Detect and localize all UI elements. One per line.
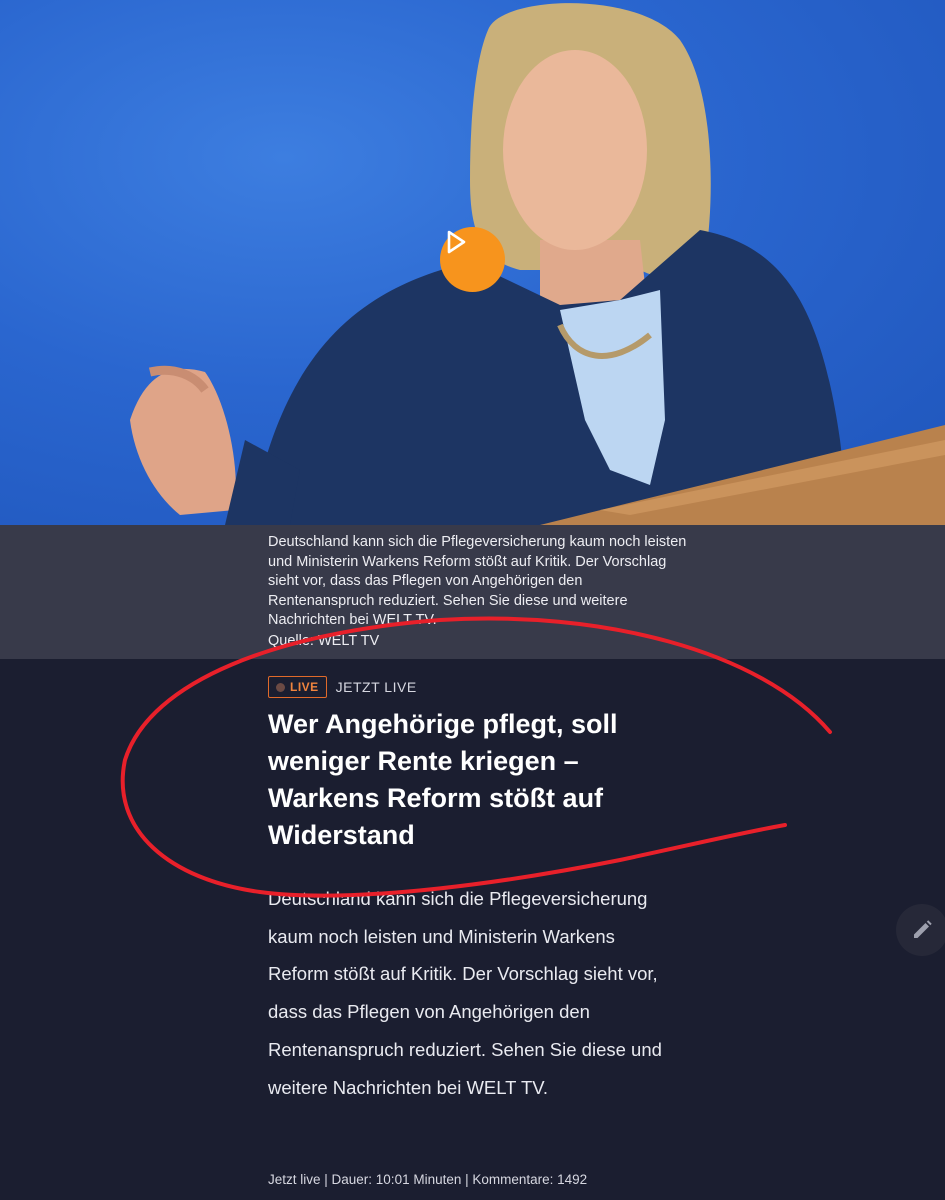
article-meta: Jetzt live | Dauer: 10:01 Minuten | Komm…: [268, 1172, 588, 1187]
edit-button[interactable]: [896, 904, 945, 956]
live-status: JETZT LIVE: [335, 679, 417, 695]
video-caption: Deutschland kann sich die Pflegeversiche…: [268, 534, 687, 628]
article-body: Deutschland kann sich die Pflegeversiche…: [268, 888, 662, 1098]
article-headline: Wer Angehörige pflegt, soll weniger Rent…: [268, 709, 618, 850]
video-player[interactable]: [0, 0, 945, 525]
live-row: LIVE JETZT LIVE: [268, 676, 417, 698]
play-icon: [447, 230, 466, 254]
video-source: Quelle: WELT TV: [268, 633, 380, 649]
live-badge-label: LIVE: [290, 680, 319, 694]
live-badge: LIVE: [268, 676, 327, 698]
live-dot-icon: [276, 682, 285, 692]
play-button[interactable]: [440, 227, 505, 292]
pencil-icon: [914, 920, 932, 938]
